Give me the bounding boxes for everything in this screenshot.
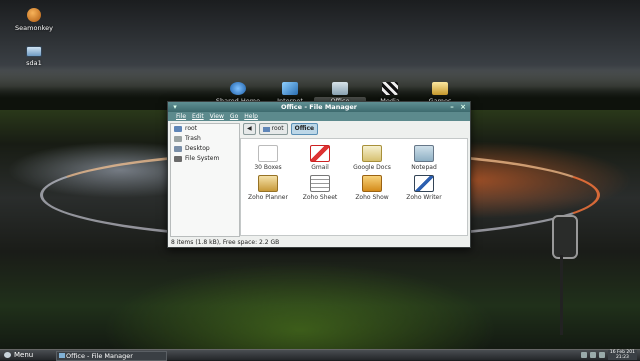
google-docs-icon: [362, 145, 382, 162]
writer-icon: [414, 175, 434, 192]
network-icon[interactable]: [580, 352, 587, 358]
close-icon[interactable]: ×: [459, 103, 467, 111]
street-sign: [552, 215, 578, 259]
folder-icon: [59, 353, 65, 358]
network-globe-icon: [230, 82, 246, 95]
sidebar-item-label: Trash: [185, 135, 201, 142]
start-menu-button[interactable]: Menu: [2, 350, 33, 360]
sidebar-item-file-system[interactable]: File System: [171, 154, 239, 164]
path-label: Office: [294, 125, 315, 132]
spreadsheet-icon: [310, 175, 330, 192]
status-bar: 8 items (1.8 kB), Free space: 2.2 GB: [171, 239, 280, 246]
system-tray: 16 Feb 201 21:23: [580, 350, 637, 360]
back-arrow-button[interactable]: ◀: [243, 123, 256, 135]
desktop-icon-sda1[interactable]: sda1: [4, 46, 64, 67]
seamonkey-icon: [27, 8, 41, 22]
file-item[interactable]: Zoho Writer: [399, 175, 449, 201]
harddisk-icon: [174, 156, 182, 162]
window-menu-icon[interactable]: ▾: [171, 103, 179, 111]
file-item[interactable]: 30 Boxes: [243, 145, 293, 171]
window-titlebar[interactable]: ▾ Office - File Manager – ×: [168, 102, 470, 112]
minimize-icon[interactable]: –: [448, 103, 456, 111]
path-bar: ◀ root Office: [243, 123, 319, 135]
file-item[interactable]: Zoho Planner: [243, 175, 293, 201]
menu-file[interactable]: File: [176, 112, 186, 121]
internet-icon: [282, 82, 298, 95]
presentation-icon: [362, 175, 382, 192]
file-label: Zoho Show: [355, 194, 389, 201]
left-arrow-icon: ◀: [247, 125, 252, 132]
clock-time: 21:23: [615, 355, 629, 360]
file-label: Zoho Sheet: [302, 194, 338, 201]
file-label: 30 Boxes: [254, 164, 282, 171]
file-label: Zoho Writer: [406, 194, 442, 201]
desktop-icon-seamonkey[interactable]: Seamonkey: [4, 8, 64, 32]
task-label: Office - File Manager: [66, 352, 133, 360]
sidebar-item-label: File System: [185, 155, 220, 162]
taskbar: Menu Office - File Manager 16 Feb 201 21…: [0, 349, 640, 361]
path-label: root: [271, 125, 284, 132]
clapperboard-icon: [382, 82, 398, 95]
path-button-office[interactable]: Office: [290, 123, 319, 135]
drive-icon: [26, 46, 42, 57]
file-item[interactable]: Notepad: [399, 145, 449, 171]
home-icon: [262, 126, 270, 132]
sidebar-item-desktop[interactable]: Desktop: [171, 144, 239, 154]
window-title: Office - File Manager: [281, 103, 357, 111]
menu-logo-icon: [4, 352, 11, 358]
menu-go[interactable]: Go: [230, 112, 238, 121]
file-label: Notepad: [411, 164, 437, 171]
desktop-icon-label: Seamonkey: [15, 24, 53, 32]
clock[interactable]: 16 Feb 201 21:23: [607, 350, 637, 360]
file-label: Google Docs: [353, 164, 391, 171]
menu-label: Menu: [14, 351, 34, 359]
menu-help[interactable]: Help: [244, 112, 258, 121]
notepad-icon: [414, 145, 434, 162]
battery-icon[interactable]: [598, 352, 605, 358]
file-label: Gmail: [311, 164, 329, 171]
home-icon: [174, 126, 182, 132]
trash-icon: [174, 136, 182, 142]
file-label: Zoho Planner: [248, 194, 288, 201]
desktop-icon: [174, 146, 182, 152]
sidebar-item-trash[interactable]: Trash: [171, 134, 239, 144]
sign-pole: [560, 255, 563, 335]
file-item[interactable]: Gmail: [295, 145, 345, 171]
games-icon: [432, 82, 448, 95]
places-sidebar: root Trash Desktop File System: [170, 123, 240, 237]
desktop-icon-label: sda1: [26, 59, 42, 67]
path-button-root[interactable]: root: [258, 123, 288, 135]
gmail-icon: [310, 145, 330, 162]
file-item[interactable]: Google Docs: [347, 145, 397, 171]
menu-view[interactable]: View: [210, 112, 224, 121]
file-item[interactable]: Zoho Sheet: [295, 175, 345, 201]
file-manager-window: ▾ Office - File Manager – × File Edit Vi…: [167, 101, 471, 248]
menubar: File Edit View Go Help: [168, 112, 470, 121]
menu-edit[interactable]: Edit: [192, 112, 204, 121]
file-icon-view: 30 Boxes Gmail Google Docs Notepad Zoho …: [240, 138, 468, 236]
sidebar-item-root[interactable]: root: [171, 124, 239, 134]
sidebar-item-label: root: [185, 125, 198, 132]
office-folder-icon: [332, 82, 348, 95]
file-item[interactable]: Zoho Show: [347, 175, 397, 201]
planner-icon: [258, 175, 278, 192]
document-icon: [258, 145, 278, 162]
sidebar-item-label: Desktop: [185, 145, 210, 152]
volume-icon[interactable]: [589, 352, 596, 358]
